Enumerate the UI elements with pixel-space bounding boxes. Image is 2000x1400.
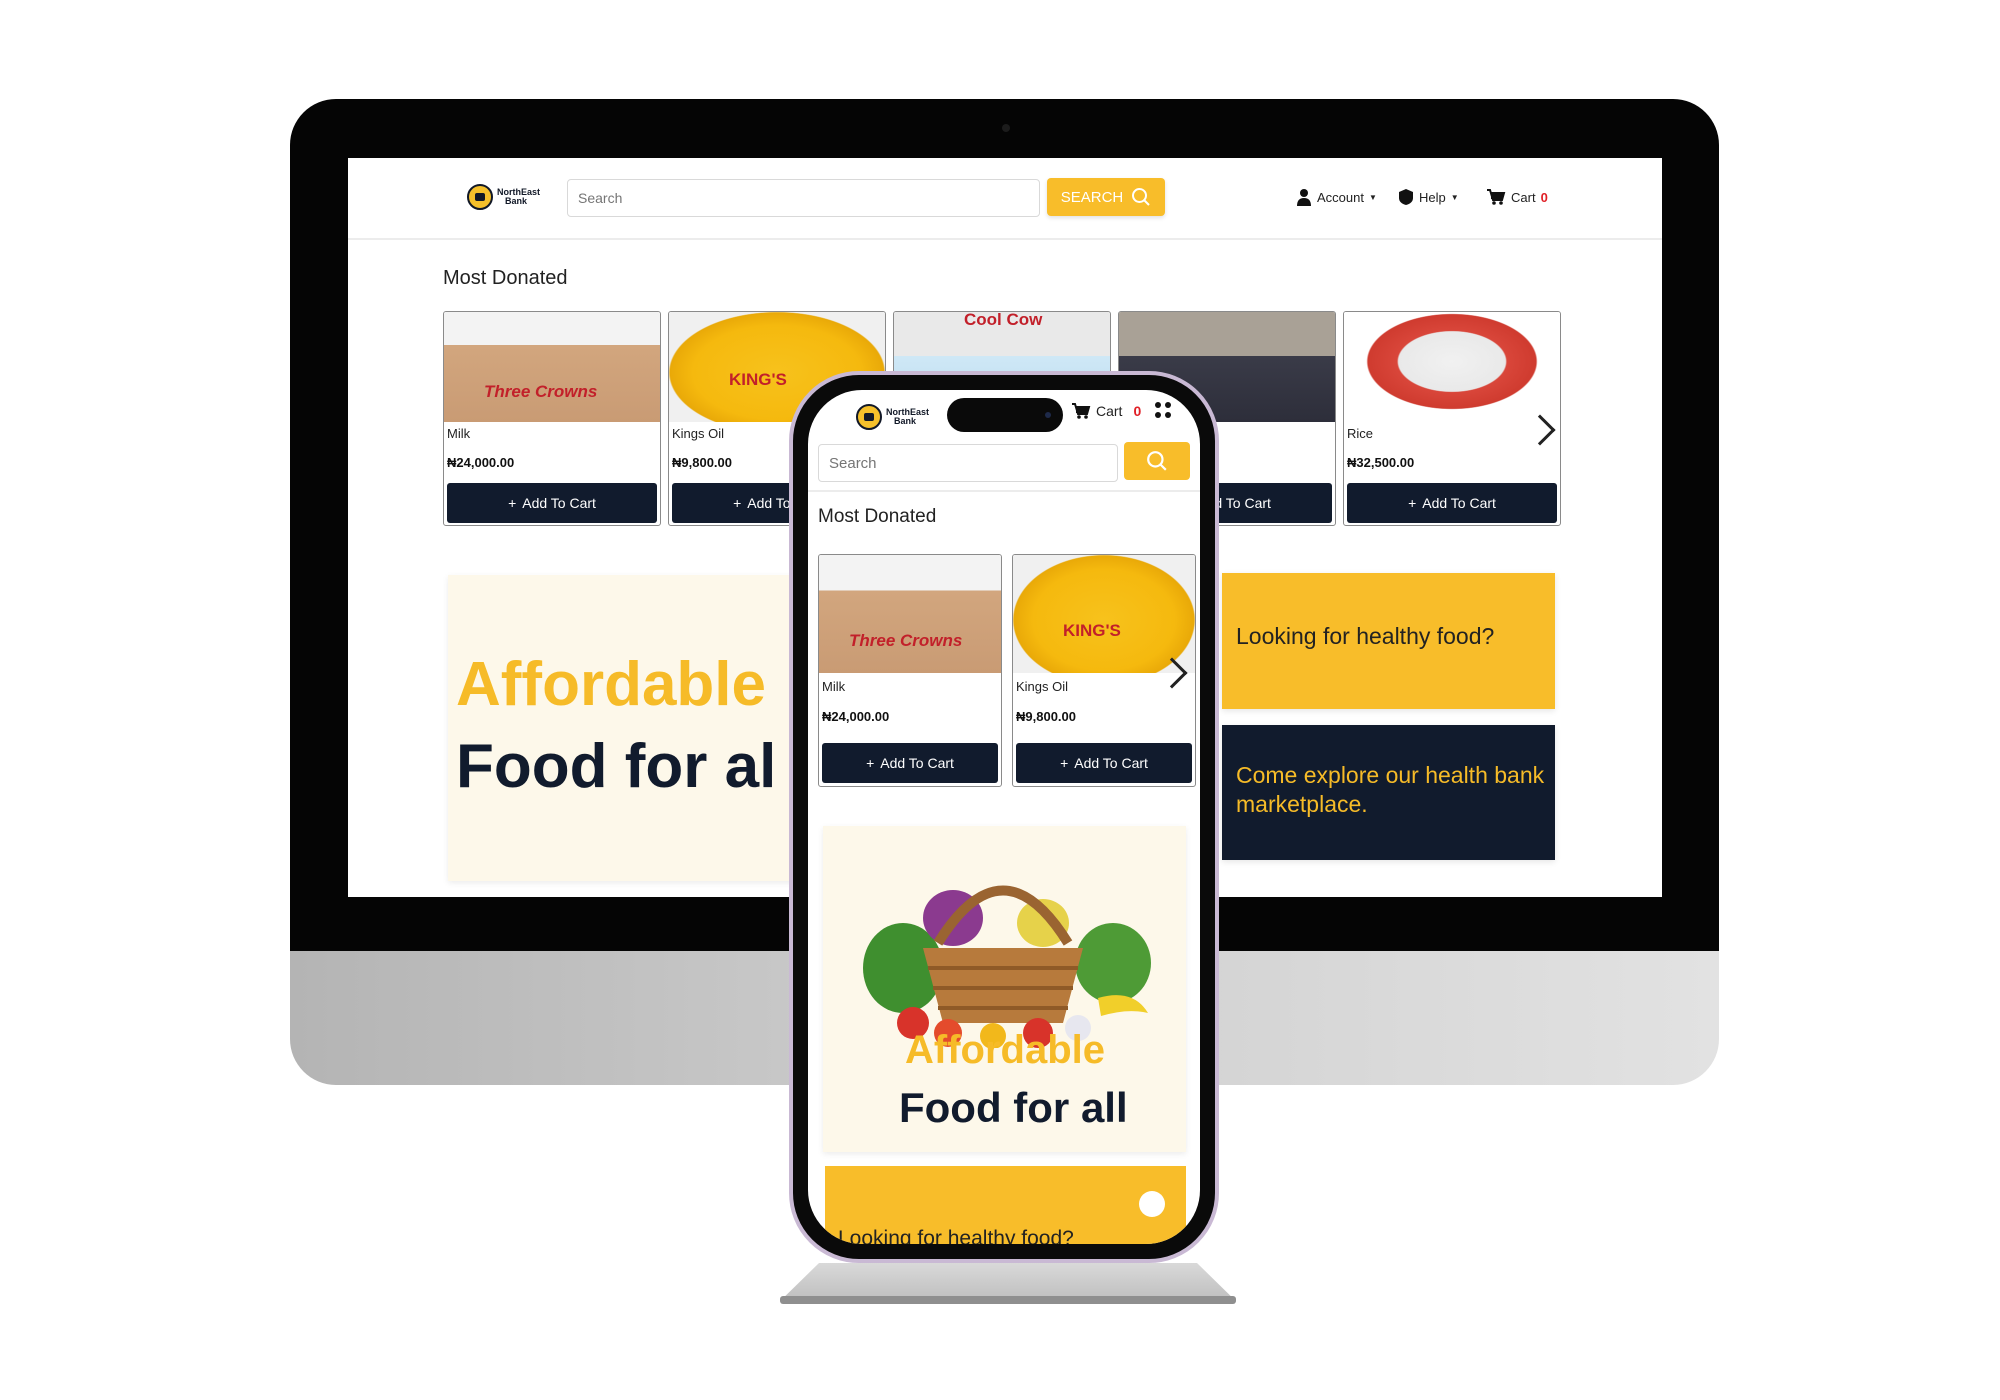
account-label: Account — [1317, 189, 1364, 205]
section-title-most-donated: Most Donated — [443, 267, 568, 289]
hero-headline-affordable: Affordable — [905, 1028, 1105, 1072]
search-icon — [1132, 188, 1150, 206]
cart-label: Cart — [1096, 403, 1123, 419]
plus-icon: + — [866, 755, 875, 771]
help-shield-icon — [1399, 189, 1413, 205]
mobile-screen: NorthEast Bank Cart 0 Most Donated Three… — [808, 390, 1200, 1244]
product-brand-text: Three Crowns — [484, 382, 598, 401]
product-name: Milk — [822, 679, 846, 694]
island-camera — [1045, 412, 1051, 418]
product-card[interactable]: Rice ₦32,500.00 + Add To Cart — [1343, 311, 1561, 526]
add-to-cart-button[interactable]: + Add To Cart — [1016, 743, 1192, 783]
chat-bubble-icon[interactable] — [1139, 1191, 1165, 1217]
cart-link[interactable]: Cart 0 — [1486, 188, 1548, 206]
add-to-cart-label: Add To Cart — [1422, 495, 1496, 511]
product-price: ₦24,000.00 — [822, 709, 890, 724]
promo-card-healthy-food[interactable]: Looking for healthy food? — [825, 1166, 1186, 1244]
phone-stand-base — [780, 1296, 1236, 1304]
logo-mark-icon — [856, 404, 882, 430]
promo-card-healthy-food[interactable]: Looking for healthy food? — [1222, 573, 1555, 709]
user-icon — [1297, 189, 1311, 206]
hero-headline-affordable: Affordable — [456, 650, 766, 719]
plus-icon: + — [733, 495, 742, 511]
search-button[interactable]: SEARCH — [1047, 178, 1165, 216]
hero-headline-food: Food for al — [456, 732, 777, 801]
product-image: Three Crowns — [819, 555, 1001, 673]
brand-logo[interactable]: NorthEast Bank — [856, 404, 929, 430]
cart-icon — [1487, 189, 1506, 205]
caret-down-icon: ▼ — [1450, 192, 1459, 202]
product-brand-text: KING'S — [1063, 621, 1121, 640]
search-icon — [1147, 451, 1167, 471]
promo-text: Come explore our health bank marketplace… — [1236, 762, 1545, 817]
product-name: Kings Oil — [1016, 679, 1069, 694]
product-name: Milk — [447, 426, 471, 441]
plus-icon: + — [1408, 495, 1417, 511]
product-name: Kings Oil — [672, 426, 725, 441]
product-image: KING'S — [1013, 555, 1195, 673]
product-brand-text: Three Crowns — [849, 631, 963, 650]
product-brand-text: Cool Cow — [964, 311, 1043, 329]
add-to-cart-button[interactable]: + Add To Cart — [447, 483, 657, 523]
cart-icon — [1072, 403, 1091, 419]
mockup-stage: { "brand": { "name_line1": "NorthEast", … — [0, 0, 2000, 1400]
add-to-cart-button[interactable]: + Add To Cart — [822, 743, 998, 783]
cart-label: Cart — [1511, 189, 1536, 205]
account-menu[interactable]: Account ▼ — [1296, 188, 1377, 206]
promo-card-marketplace[interactable]: Come explore our health bank marketplace… — [1222, 725, 1555, 860]
dynamic-island — [947, 398, 1063, 432]
hero-banner: Affordable Food for all — [823, 826, 1186, 1152]
product-card[interactable]: Three Crowns Milk ₦24,000.00 + Add To Car… — [443, 311, 661, 526]
imac-camera — [1002, 124, 1010, 132]
add-to-cart-label: Add To Cart — [1074, 755, 1148, 771]
cart-count-badge: 0 — [1540, 189, 1548, 205]
product-price: ₦32,500.00 — [1347, 455, 1415, 470]
add-to-cart-label: Add To Cart — [880, 755, 954, 771]
search-input[interactable] — [567, 179, 1040, 217]
header-divider — [808, 490, 1200, 492]
logo-mark-icon — [467, 184, 493, 210]
product-price: ₦24,000.00 — [447, 455, 515, 470]
product-image — [1344, 312, 1560, 422]
hero-banner: Affordable Food for al — [448, 575, 818, 881]
plus-icon: + — [508, 495, 517, 511]
plus-icon: + — [1060, 755, 1069, 771]
brand-logo[interactable]: NorthEast Bank — [467, 184, 540, 210]
product-image: Three Crowns — [444, 312, 660, 422]
product-name: Rice — [1347, 426, 1374, 441]
cart-count-badge: 0 — [1133, 403, 1142, 419]
product-brand-text: KING'S — [729, 370, 787, 389]
product-price: ₦9,800.00 — [1016, 709, 1076, 724]
help-menu[interactable]: Help ▼ — [1398, 188, 1459, 206]
caret-down-icon: ▼ — [1368, 192, 1377, 202]
grid-menu-icon[interactable] — [1155, 402, 1171, 418]
help-label: Help — [1419, 189, 1446, 205]
product-price: ₦9,800.00 — [672, 455, 732, 470]
promo-text: Looking for healthy food? — [838, 1227, 1074, 1244]
search-input[interactable] — [818, 444, 1118, 482]
vegetable-basket-illustration — [863, 885, 1151, 1048]
hero-headline-food: Food for all — [899, 1084, 1128, 1131]
add-to-cart-label: Add To Cart — [522, 495, 596, 511]
cart-link[interactable]: Cart 0 — [1071, 402, 1141, 420]
logo-name-line2: Bank — [505, 196, 528, 206]
section-title-most-donated: Most Donated — [818, 506, 937, 527]
desktop-header: NorthEast Bank SEARCH Account ▼ Help ▼ C… — [348, 158, 1662, 240]
search-button[interactable] — [1124, 442, 1190, 480]
search-button-label: SEARCH — [1060, 188, 1124, 206]
promo-text: Looking for healthy food? — [1236, 623, 1495, 649]
logo-name-line2: Bank — [894, 416, 917, 426]
add-to-cart-button[interactable]: + Add To Cart — [1347, 483, 1557, 523]
product-card[interactable]: Three Crowns Milk ₦24,000.00 + Add To Car… — [818, 554, 1002, 787]
